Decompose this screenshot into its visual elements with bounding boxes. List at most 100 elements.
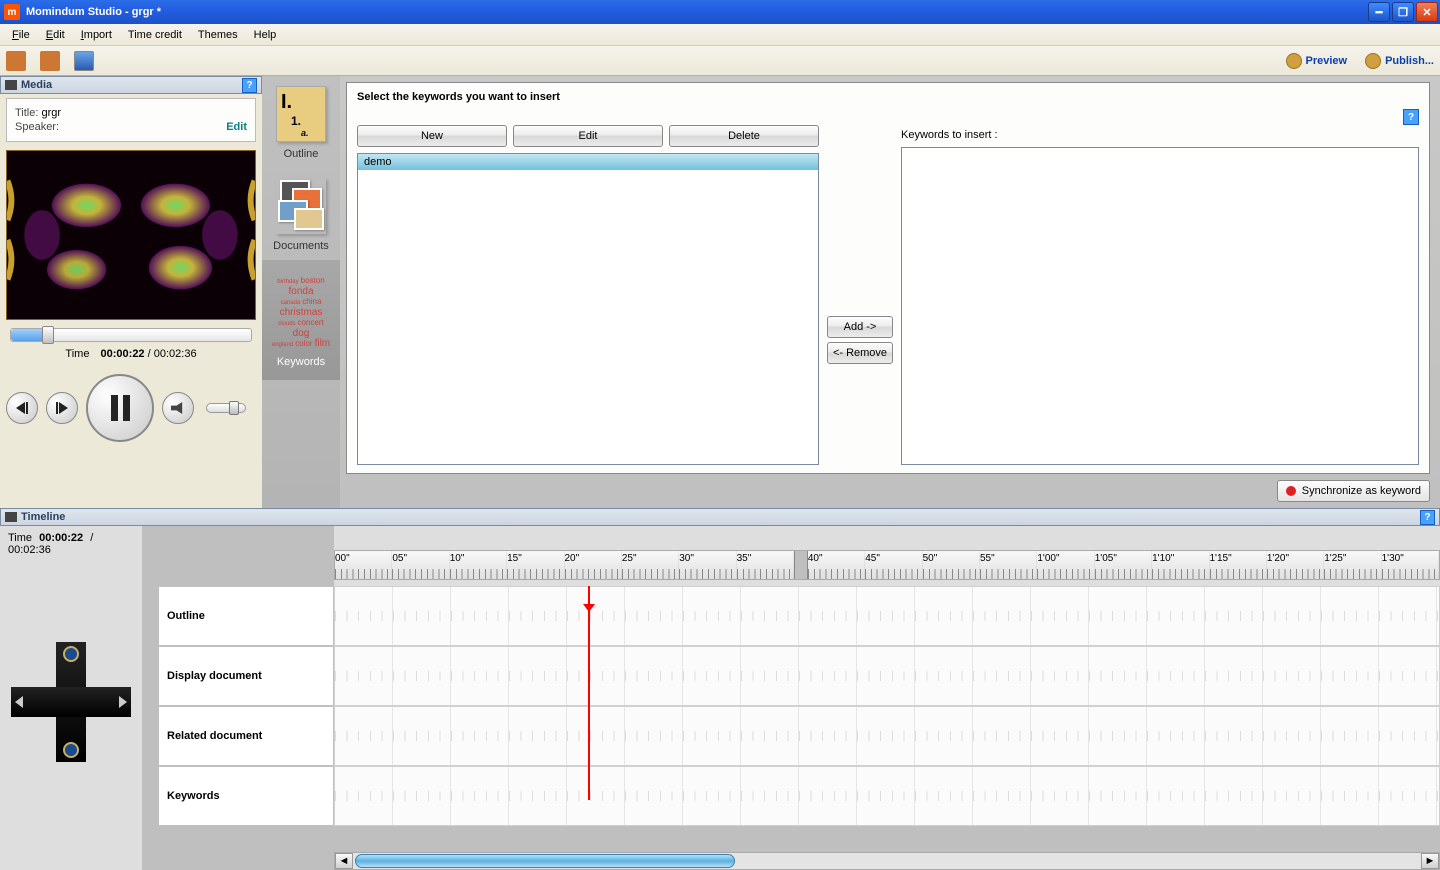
- tag-cloud-icon: birthdaybostonfondacanadachinachristmasc…: [266, 270, 336, 356]
- toolbar: Preview Publish...: [0, 46, 1440, 76]
- help-icon[interactable]: ?: [1403, 109, 1419, 125]
- zoom-out-icon[interactable]: [63, 742, 79, 758]
- toolbar-icon-1[interactable]: [6, 51, 26, 71]
- tabstrip: I.1.a. Outline Documents birthdaybostonf…: [262, 76, 340, 508]
- edit-button[interactable]: Edit: [513, 125, 663, 147]
- record-icon: [1286, 486, 1296, 496]
- timeline-header: Timeline ?: [0, 508, 1440, 526]
- window-title: Momindum Studio - grgr *: [26, 6, 1368, 18]
- seek-thumb[interactable]: [42, 326, 54, 344]
- ruler-tick: 1'05": [1095, 553, 1117, 564]
- ruler-tick: 00": [335, 553, 350, 564]
- time-display: Time 00:00:22 / 00:02:36: [0, 344, 262, 364]
- menu-import[interactable]: Import: [73, 27, 120, 43]
- step-forward-button[interactable]: [46, 392, 78, 424]
- seek-slider[interactable]: [10, 328, 252, 342]
- remove-button[interactable]: <- Remove: [827, 342, 893, 364]
- title-value: grgr: [42, 107, 62, 119]
- ruler-tick: 25": [622, 553, 637, 564]
- ruler-tick: 55": [980, 553, 995, 564]
- ruler-tick: 20": [565, 553, 580, 564]
- ruler-tick: 10": [450, 553, 465, 564]
- scroll-left-icon[interactable]: ◄: [335, 853, 353, 869]
- video-preview[interactable]: [6, 150, 256, 320]
- timeline-time-current: 00:00:22: [39, 532, 83, 544]
- menu-time-credit[interactable]: Time credit: [120, 27, 190, 43]
- delete-button[interactable]: Delete: [669, 125, 819, 147]
- ruler-tick: 15": [507, 553, 522, 564]
- time-total: 00:02:36: [154, 348, 197, 360]
- synchronize-button[interactable]: Synchronize as keyword: [1277, 480, 1430, 502]
- ruler-tick: 1'20": [1267, 553, 1289, 564]
- gear-icon: [1365, 53, 1381, 69]
- scrollbar-thumb[interactable]: [355, 854, 735, 868]
- help-icon[interactable]: ?: [242, 78, 257, 93]
- pause-button[interactable]: [86, 374, 154, 442]
- scroll-right-icon[interactable]: ►: [1421, 853, 1439, 869]
- nav-left-icon[interactable]: [15, 696, 23, 708]
- volume-slider[interactable]: [206, 403, 246, 413]
- timeline-ruler[interactable]: 00"05"10"15"20"25"30"35"40"45"50"55"1'00…: [334, 550, 1440, 580]
- menu-themes[interactable]: Themes: [190, 27, 246, 43]
- tab-outline[interactable]: I.1.a. Outline: [262, 76, 340, 168]
- speaker-icon: [171, 402, 185, 414]
- content-area: Select the keywords you want to insert ?…: [340, 76, 1440, 508]
- panel-title: Select the keywords you want to insert: [357, 91, 560, 103]
- track-row[interactable]: [334, 586, 1440, 646]
- gear-icon: [1286, 53, 1302, 69]
- tab-keywords[interactable]: birthdaybostonfondacanadachinachristmasc…: [262, 260, 340, 380]
- edit-speaker-link[interactable]: Edit: [226, 121, 247, 133]
- keyword-item[interactable]: demo: [358, 154, 818, 170]
- keywords-available-list[interactable]: demo: [357, 153, 819, 465]
- menu-edit[interactable]: Edit: [38, 27, 73, 43]
- help-icon[interactable]: ?: [1420, 510, 1435, 525]
- app-icon: m: [4, 4, 20, 20]
- nav-right-icon[interactable]: [119, 696, 127, 708]
- ruler-tick: 35": [737, 553, 752, 564]
- ruler-tick: 1'25": [1324, 553, 1346, 564]
- volume-button[interactable]: [162, 392, 194, 424]
- add-button[interactable]: Add ->: [827, 316, 893, 338]
- window-close[interactable]: ✕: [1416, 2, 1438, 22]
- track-row[interactable]: [334, 706, 1440, 766]
- time-current: 00:00:22: [101, 348, 145, 360]
- step-back-button[interactable]: [6, 392, 38, 424]
- timeline-nav: Time 00:00:22 / 00:02:36: [0, 526, 142, 870]
- media-panel-header: Media ?: [0, 76, 262, 94]
- ruler-tick: 1'00": [1037, 553, 1059, 564]
- menu-file[interactable]: File: [4, 27, 38, 43]
- keywords-insert-list[interactable]: [901, 147, 1419, 465]
- timeline-time-total: 00:02:36: [8, 544, 51, 556]
- new-button[interactable]: New: [357, 125, 507, 147]
- playhead[interactable]: [588, 586, 590, 800]
- track-row[interactable]: [334, 646, 1440, 706]
- ruler-tick: 40": [808, 553, 823, 564]
- menu-help[interactable]: Help: [246, 27, 285, 43]
- toolbar-icon-2[interactable]: [40, 51, 60, 71]
- timeline-panel: Timeline ? Time 00:00:22 / 00:02:36: [0, 508, 1440, 870]
- ruler-tick: 1'10": [1152, 553, 1174, 564]
- track-label: Outline: [158, 586, 334, 646]
- window-maximize[interactable]: ❐: [1392, 2, 1414, 22]
- zoom-in-icon[interactable]: [63, 646, 79, 662]
- nav-pad: [11, 642, 131, 762]
- ruler-tick: 05": [392, 553, 407, 564]
- ruler-tick: 30": [679, 553, 694, 564]
- outline-icon: I.1.a.: [276, 86, 326, 142]
- media-panel: Media ? Title: grgr Speaker:Edit Time: [0, 76, 262, 508]
- window-titlebar: m Momindum Studio - grgr * ━ ❐ ✕: [0, 0, 1440, 24]
- window-minimize[interactable]: ━: [1368, 2, 1390, 22]
- track-label: Display document: [158, 646, 334, 706]
- ruler-tick: 1'15": [1210, 553, 1232, 564]
- media-icon: [5, 80, 17, 90]
- menubar: File Edit Import Time credit Themes Help: [0, 24, 1440, 46]
- keywords-wizard-panel: Select the keywords you want to insert ?…: [346, 82, 1430, 474]
- track-row[interactable]: [334, 766, 1440, 826]
- timeline-scrollbar[interactable]: ◄ ►: [334, 852, 1440, 870]
- save-icon[interactable]: [74, 51, 94, 71]
- preview-button[interactable]: Preview: [1286, 53, 1348, 69]
- title-label: Title:: [15, 107, 38, 119]
- publish-button[interactable]: Publish...: [1365, 53, 1434, 69]
- tab-documents[interactable]: Documents: [262, 168, 340, 260]
- timeline-icon: [5, 512, 17, 522]
